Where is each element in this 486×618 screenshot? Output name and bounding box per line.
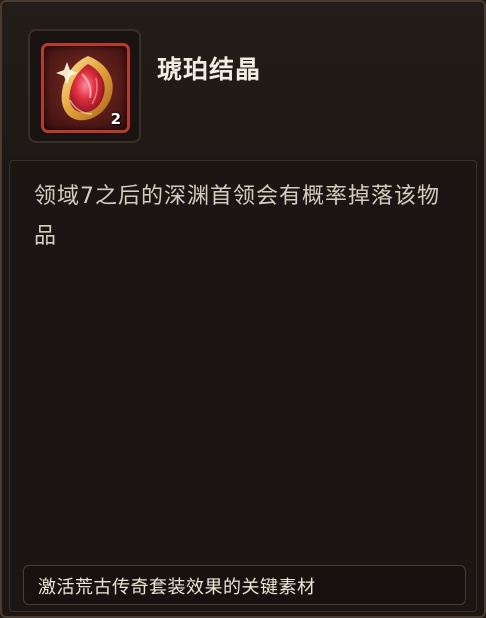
item-name: 琥珀结晶: [157, 55, 262, 84]
footer-note: 激活荒古传奇套装效果的关键素材: [38, 577, 316, 598]
item-icon-frame[interactable]: 2: [28, 29, 141, 143]
item-quantity: 2: [110, 110, 121, 128]
tooltip-header: 2 琥珀结晶: [2, 2, 484, 159]
item-tooltip: 2 琥珀结晶 领域7之后的深渊首领会有概率掉落该物品 激活荒古传奇套装效果的关键…: [0, 0, 486, 618]
item-icon-slot: 2: [41, 43, 130, 133]
description-panel: 领域7之后的深渊首领会有概率掉落该物品 激活荒古传奇套装效果的关键素材: [9, 160, 477, 612]
footer-note-box: 激活荒古传奇套装效果的关键素材: [23, 565, 466, 605]
item-description: 领域7之后的深渊首领会有概率掉落该物品: [34, 184, 440, 249]
